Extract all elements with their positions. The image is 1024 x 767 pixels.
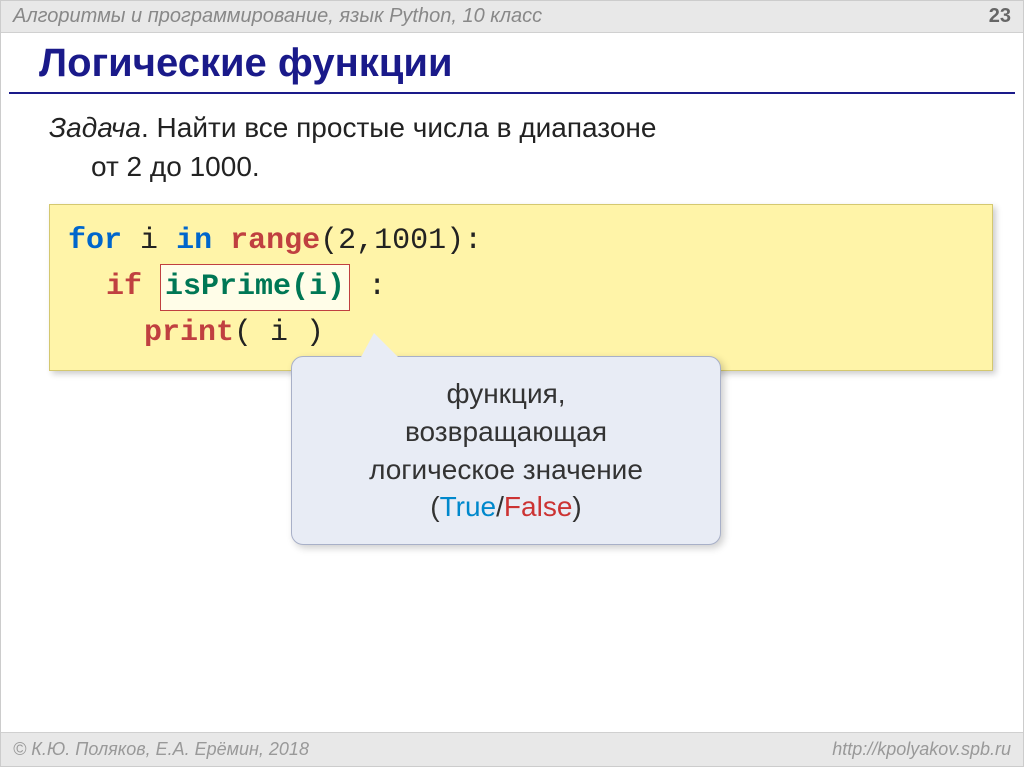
page-title: Логические функции [9, 33, 1015, 94]
paren-right: ) [572, 491, 581, 522]
callout-line-3: логическое значение [312, 451, 700, 489]
code-line-1: for i in range(2,1001): [68, 219, 974, 264]
code-line-3: print( i ) [68, 311, 974, 356]
paren-left: ( [430, 491, 439, 522]
range-args: (2,1001): [320, 224, 482, 258]
task-text-1: . Найти все простые числа в диапазоне [141, 112, 656, 143]
slash: / [496, 491, 504, 522]
page-number: 23 [989, 5, 1011, 28]
code-block: for i in range(2,1001): if isPrime(i) : … [49, 204, 993, 371]
print-args: ( i ) [234, 316, 324, 350]
true-text: True [440, 491, 497, 522]
callout-line-1: функция, [312, 375, 700, 413]
footer-bar: © К.Ю. Поляков, Е.А. Ерёмин, 2018 http:/… [1, 732, 1023, 766]
func-print: print [144, 316, 234, 350]
func-range: range [230, 224, 320, 258]
callout-line-4: (True/False) [312, 488, 700, 526]
header-bar: Алгоритмы и программирование, язык Pytho… [1, 1, 1023, 33]
false-text: False [504, 491, 572, 522]
footer-copyright: © К.Ю. Поляков, Е.А. Ерёмин, 2018 [13, 739, 309, 760]
keyword-if: if [106, 270, 142, 304]
colon: : [368, 270, 386, 304]
isprime-highlight: isPrime(i) [160, 264, 350, 311]
task-label: Задача [49, 112, 141, 143]
var-i: i [140, 224, 158, 258]
header-title: Алгоритмы и программирование, язык Pytho… [13, 5, 542, 28]
keyword-in: in [176, 224, 212, 258]
task-description: Задача. Найти все простые числа в диапаз… [1, 94, 1023, 204]
footer-url: http://kpolyakov.spb.ru [832, 739, 1011, 760]
callout-box: функция, возвращающая логическое значени… [291, 356, 721, 545]
callout-line-2: возвращающая [312, 413, 700, 451]
code-line-2: if isPrime(i) : [68, 264, 974, 311]
task-text-2: от 2 до 1000. [49, 147, 1003, 186]
keyword-for: for [68, 224, 122, 258]
